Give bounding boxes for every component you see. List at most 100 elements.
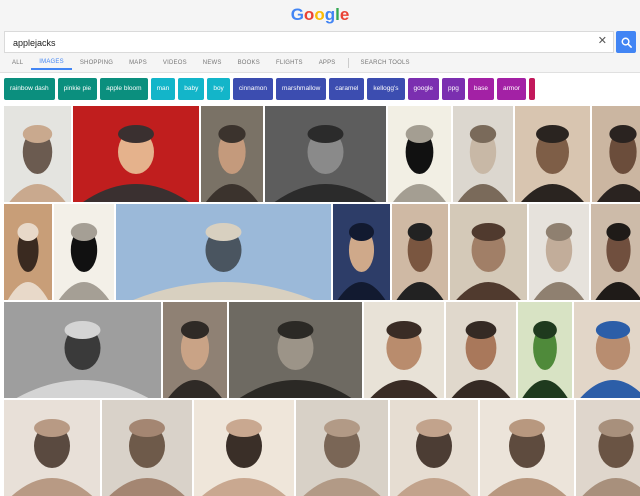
- image-result-thumbnail[interactable]: [453, 106, 513, 202]
- thumbnail-image: [116, 204, 331, 300]
- image-result-thumbnail[interactable]: [574, 302, 640, 398]
- related-search-chip[interactable]: pinkie pie: [57, 78, 98, 100]
- related-search-chip[interactable]: caramel: [329, 78, 365, 100]
- image-result-thumbnail[interactable]: [73, 106, 199, 202]
- image-result-thumbnail[interactable]: [54, 204, 114, 300]
- thumbnail-image: [265, 106, 386, 202]
- image-result-thumbnail[interactable]: [529, 204, 589, 300]
- image-result-thumbnail[interactable]: [392, 204, 448, 300]
- thumbnail-image: [390, 400, 478, 496]
- image-result-thumbnail[interactable]: [4, 106, 71, 202]
- search-icon: [621, 37, 632, 48]
- related-search-chip[interactable]: [529, 78, 535, 100]
- thumbnail-image: [392, 204, 448, 300]
- tab-images[interactable]: IMAGES: [31, 56, 72, 70]
- image-result-thumbnail[interactable]: [591, 204, 640, 300]
- image-result-thumbnail[interactable]: [194, 400, 294, 496]
- image-result-thumbnail[interactable]: [102, 400, 192, 496]
- thumbnail-image: [54, 204, 114, 300]
- image-result-thumbnail[interactable]: [265, 106, 386, 202]
- thumbnail-image: [480, 400, 574, 496]
- thumbnail-image: [453, 106, 513, 202]
- logo-letter: G: [290, 5, 304, 24]
- image-result-thumbnail[interactable]: [229, 302, 362, 398]
- thumbnail-image: [4, 204, 52, 300]
- image-result-thumbnail[interactable]: [515, 106, 590, 202]
- search-button[interactable]: [616, 31, 636, 53]
- tab-apps[interactable]: APPS: [311, 56, 344, 70]
- related-search-chip[interactable]: marshmallow: [276, 78, 327, 100]
- related-search-chip[interactable]: kellogg's: [367, 78, 405, 100]
- related-search-chip[interactable]: boy: [207, 78, 230, 100]
- image-result-thumbnail[interactable]: [201, 106, 263, 202]
- tab-flights[interactable]: FLIGHTS: [268, 56, 311, 70]
- related-search-chip[interactable]: ppg: [442, 78, 465, 100]
- thumbnail-image: [102, 400, 192, 496]
- close-icon[interactable]: ✕: [598, 34, 607, 47]
- thumbnail-image: [591, 204, 640, 300]
- thumbnail-image: [450, 204, 527, 300]
- thumbnail-image: [4, 106, 71, 202]
- image-result-thumbnail[interactable]: [296, 400, 388, 496]
- logo-letter: o: [303, 5, 315, 24]
- thumbnail-image: [446, 302, 516, 398]
- thumbnail-image: [194, 400, 294, 496]
- tab-divider: [347, 58, 349, 68]
- thumbnail-image: [296, 400, 388, 496]
- related-search-chip[interactable]: baby: [178, 78, 205, 100]
- thumbnail-image: [163, 302, 227, 398]
- image-result-thumbnail[interactable]: [390, 400, 478, 496]
- thumbnail-image: [4, 302, 161, 398]
- thumbnail-image: [518, 302, 572, 398]
- tab-videos[interactable]: VIDEOS: [155, 56, 195, 70]
- image-result-thumbnail[interactable]: [518, 302, 572, 398]
- related-search-chip[interactable]: google: [407, 78, 440, 100]
- image-result-thumbnail[interactable]: [592, 106, 640, 202]
- thumbnail-image: [73, 106, 199, 202]
- image-result-thumbnail[interactable]: [480, 400, 574, 496]
- thumbnail-image: [576, 400, 640, 496]
- tab-books[interactable]: BOOKS: [230, 56, 268, 70]
- related-search-chip[interactable]: rainbow dash: [4, 78, 55, 100]
- search-input[interactable]: [13, 35, 573, 51]
- related-search-chip[interactable]: armor: [497, 78, 526, 100]
- related-search-chip[interactable]: apple bloom: [100, 78, 148, 100]
- image-results-row: [0, 106, 640, 202]
- image-result-thumbnail[interactable]: [446, 302, 516, 398]
- image-results-grid: [0, 106, 640, 496]
- thumbnail-image: [201, 106, 263, 202]
- image-result-thumbnail[interactable]: [576, 400, 640, 496]
- image-result-thumbnail[interactable]: [163, 302, 227, 398]
- search-bar: ✕: [4, 31, 614, 53]
- logo-letter: g: [324, 5, 336, 24]
- thumbnail-image: [229, 302, 362, 398]
- image-results-row: [0, 400, 640, 496]
- thumbnail-image: [4, 400, 100, 496]
- thumbnail-image: [574, 302, 640, 398]
- image-result-thumbnail[interactable]: [4, 400, 100, 496]
- image-results-row: [0, 302, 640, 398]
- thumbnail-image: [388, 106, 451, 202]
- tab-all[interactable]: ALL: [4, 56, 31, 70]
- image-result-thumbnail[interactable]: [364, 302, 444, 398]
- thumbnail-image: [364, 302, 444, 398]
- image-result-thumbnail[interactable]: [388, 106, 451, 202]
- thumbnail-image: [515, 106, 590, 202]
- related-search-chip[interactable]: base: [467, 78, 495, 100]
- image-result-thumbnail[interactable]: [4, 302, 161, 398]
- search-header: Google ✕ ALLIMAGESSHOPPINGMAPSVIDEOSNEWS…: [0, 0, 640, 73]
- image-result-thumbnail[interactable]: [333, 204, 390, 300]
- related-search-chip[interactable]: man: [150, 78, 176, 100]
- google-logo[interactable]: Google: [0, 5, 640, 25]
- tab-maps[interactable]: MAPS: [121, 56, 155, 70]
- tab-search-tools[interactable]: SEARCH TOOLS: [353, 56, 418, 70]
- image-result-thumbnail[interactable]: [450, 204, 527, 300]
- thumbnail-image: [592, 106, 640, 202]
- related-search-chip[interactable]: cinnamon: [232, 78, 273, 100]
- tab-shopping[interactable]: SHOPPING: [72, 56, 121, 70]
- image-result-thumbnail[interactable]: [4, 204, 52, 300]
- tab-news[interactable]: NEWS: [195, 56, 230, 70]
- image-result-thumbnail[interactable]: [116, 204, 331, 300]
- thumbnail-image: [333, 204, 390, 300]
- search-tabs: ALL IMAGES SHOPPING MAPS VIDEOS NEWS BOOKS FLIG…: [4, 56, 418, 72]
